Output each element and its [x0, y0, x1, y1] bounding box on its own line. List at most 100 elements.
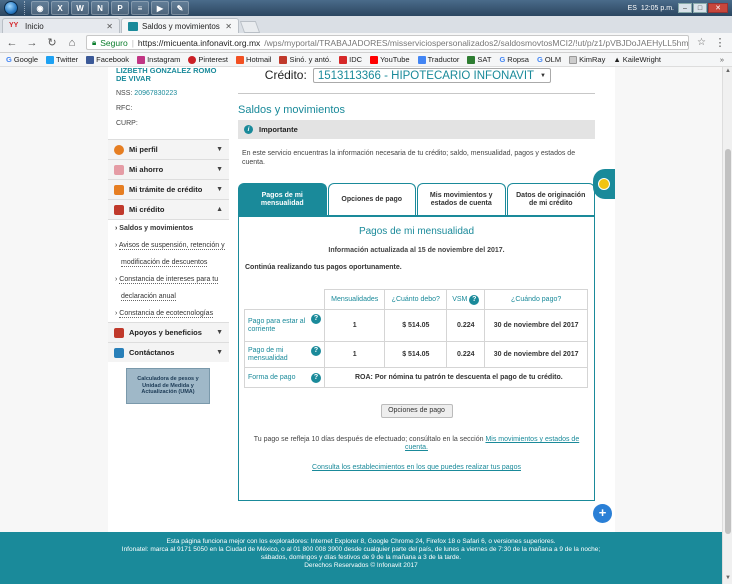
menu-mi-perfil[interactable]: Mi perfil ▼ — [108, 139, 229, 159]
bookmark-pinterest[interactable]: Pinterest — [188, 55, 228, 64]
media-taskbar-icon[interactable]: ▶ — [151, 1, 169, 15]
tab-movimientos-estados[interactable]: Mis movimientos y estados de cuenta — [417, 183, 506, 215]
browser-tab-strip: YY Inicio ✕ Saldos y movimientos ✕ — [0, 16, 732, 33]
address-bar[interactable]: 🔒︎ Seguro | https://micuenta.infonavit.o… — [86, 35, 690, 50]
menu-label: Apoyos y beneficios — [129, 328, 202, 337]
bookmark-hotmail[interactable]: Hotmail — [236, 55, 271, 64]
tab-saldos-y-movimientos[interactable]: Saldos y movimientos ✕ — [121, 18, 239, 33]
payments-table: Mensualidades ¿Cuánto debo? VSM ? ¿Cuánd… — [244, 289, 588, 388]
notepad-taskbar-icon[interactable]: ≡ — [131, 1, 149, 15]
opciones-de-pago-button[interactable]: Opciones de pago — [380, 404, 453, 418]
bookmarks-bar: G Google Twitter Facebook Instagram Pinte… — [0, 53, 732, 67]
new-tab-button[interactable] — [239, 21, 261, 33]
tab-label: Inicio — [25, 21, 44, 31]
chevron-down-icon: ▼ — [540, 72, 546, 79]
table-header: ¿Cuándo pago? — [484, 289, 588, 310]
bookmark-sat[interactable]: SAT — [467, 55, 491, 64]
bookmark-instagram[interactable]: Instagram — [137, 55, 180, 64]
vertical-scrollbar[interactable]: ▲ ▼ — [722, 67, 732, 584]
clock: 12:05 p.m. — [640, 4, 674, 12]
bookmarks-overflow-icon[interactable]: » — [720, 55, 732, 64]
calculadora-uma-banner[interactable]: Calculadora de pesos y Unidad de Medida … — [126, 368, 210, 404]
footer-line: Infonatel: marca al 9171 5050 en la Ciud… — [121, 546, 601, 553]
table-header: Mensualidades — [323, 289, 386, 310]
footer-line: Derechos Reservados © Infonavit 2017 — [304, 562, 418, 569]
taskbar-separator — [24, 1, 28, 15]
paint-taskbar-icon[interactable]: ✎ — [171, 1, 189, 15]
nss-row: NSS: 20967830223 — [116, 90, 178, 97]
help-icon[interactable]: ? — [311, 346, 321, 356]
establecimientos-link[interactable]: Consulta los establecimientos en los que… — [244, 464, 589, 471]
gift-icon — [114, 327, 124, 338]
chrome-taskbar-icon[interactable]: ◉ — [31, 1, 49, 15]
important-label: Importante — [259, 125, 298, 134]
menu-mi-credito[interactable]: Mi crédito ▲ — [108, 199, 229, 219]
chevron-down-icon: ▼ — [216, 166, 223, 173]
submenu-saldos-y-movimientos[interactable]: › Saldos y movimientos — [108, 220, 229, 237]
floating-help-tab[interactable] — [593, 169, 615, 199]
bookmark-twitter[interactable]: Twitter — [46, 55, 78, 64]
scroll-up-arrow-icon[interactable]: ▲ — [724, 68, 732, 76]
help-icon[interactable]: ? — [469, 294, 480, 305]
word-taskbar-icon[interactable]: W — [71, 1, 89, 15]
tab-datos-originacion[interactable]: Datos de originación de mi crédito — [506, 183, 595, 215]
url-path: /wps/myportal/TRABAJADORES/misserviciosp… — [264, 37, 690, 48]
tab-inicio[interactable]: YY Inicio ✕ — [2, 18, 120, 33]
row-label: Forma de pago? — [244, 367, 325, 388]
table-header-row: Mensualidades ¿Cuánto debo? VSM ? ¿Cuánd… — [244, 289, 588, 310]
bookmark-idc[interactable]: IDC — [339, 55, 362, 64]
scroll-down-arrow-icon[interactable]: ▼ — [724, 575, 732, 583]
excel-taskbar-icon[interactable]: X — [51, 1, 69, 15]
help-icon[interactable]: ? — [311, 314, 321, 324]
rfc-label: RFC: — [116, 105, 133, 112]
menu-dots-icon[interactable]: ⋮ — [714, 36, 726, 49]
close-window-button[interactable]: ✕ — [708, 3, 728, 13]
onenote-taskbar-icon[interactable]: N — [91, 1, 109, 15]
cell-mensualidades: 1 — [323, 341, 386, 368]
reload-icon[interactable]: ↻ — [46, 36, 58, 49]
forward-arrow-icon[interactable]: → — [26, 37, 38, 49]
bookmark-facebook[interactable]: Facebook — [86, 55, 129, 64]
back-arrow-icon[interactable]: ← — [6, 37, 18, 49]
language-indicator[interactable]: ES — [628, 5, 637, 12]
tab-opciones-pago[interactable]: Opciones de pago — [327, 183, 416, 215]
bookmark-kimray[interactable]: KimRay — [569, 55, 605, 64]
scrollbar-thumb[interactable] — [725, 149, 731, 534]
submenu-constancia-intereses-cont[interactable]: declaración anual — [108, 288, 229, 305]
home-icon[interactable]: ⌂ — [66, 37, 78, 49]
bookmark-youtube[interactable]: YouTube — [370, 55, 410, 64]
submenu-constancia-ecotecnologias[interactable]: › Constancia de ecotecnologías — [108, 305, 229, 322]
start-button[interactable] — [0, 0, 22, 16]
bookmark-olm[interactable]: G OLM — [537, 55, 561, 64]
close-tab-icon[interactable]: ✕ — [106, 22, 113, 31]
bookmark-google[interactable]: G Google — [6, 55, 38, 64]
menu-apoyos-beneficios[interactable]: Apoyos y beneficios ▼ — [108, 322, 229, 342]
bookmark-star-icon[interactable]: ☆ — [697, 37, 706, 48]
submenu-constancia-intereses[interactable]: › Constancia de intereses para tu — [108, 271, 229, 288]
tab-label: Saldos y movimientos — [142, 21, 220, 31]
bookmark-ropsa[interactable]: G Ropsa — [499, 55, 529, 64]
menu-label: Mi ahorro — [129, 165, 164, 174]
maximize-button[interactable]: □ — [693, 3, 707, 13]
credito-select[interactable]: 1513113366 - HIPOTECARIO INFONAVIT ▼ — [312, 68, 551, 83]
browser-toolbar: ← → ↻ ⌂ 🔒︎ Seguro | https://micuenta.inf… — [0, 33, 732, 53]
minimize-button[interactable]: – — [678, 3, 692, 13]
menu-mi-tramite[interactable]: Mi trámite de crédito ▼ — [108, 179, 229, 199]
menu-contactanos[interactable]: Contáctanos ▼ — [108, 342, 229, 362]
close-tab-icon[interactable]: ✕ — [225, 22, 232, 31]
menu-mi-ahorro[interactable]: Mi ahorro ▼ — [108, 159, 229, 179]
continue-text: Continúa realizando tus pagos oportuname… — [245, 264, 402, 271]
menu-label: Mi perfil — [129, 145, 158, 154]
help-icon[interactable]: ? — [311, 373, 321, 383]
table-row-forma-pago: Forma de pago? ROA: Por nómina tu patrón… — [244, 367, 588, 388]
submenu-avisos-suspension-cont[interactable]: modificación de descuentos — [108, 254, 229, 271]
plus-floating-button[interactable]: + — [593, 504, 612, 523]
chevron-down-icon: ▼ — [216, 146, 223, 153]
tab-pagos-mensualidad[interactable]: Pagos de mi mensualidad — [238, 183, 327, 215]
powerpoint-taskbar-icon[interactable]: P — [111, 1, 129, 15]
bookmark-sinonimos[interactable]: Sinó. y antó. — [279, 55, 331, 64]
bookmark-kailewright[interactable]: ▲ KaileWright — [613, 55, 661, 64]
chevron-up-icon: ▲ — [216, 206, 223, 213]
submenu-avisos-suspension[interactable]: › Avisos de suspensión, retención y — [108, 237, 229, 254]
bookmark-traductor[interactable]: Traductor — [417, 55, 459, 64]
